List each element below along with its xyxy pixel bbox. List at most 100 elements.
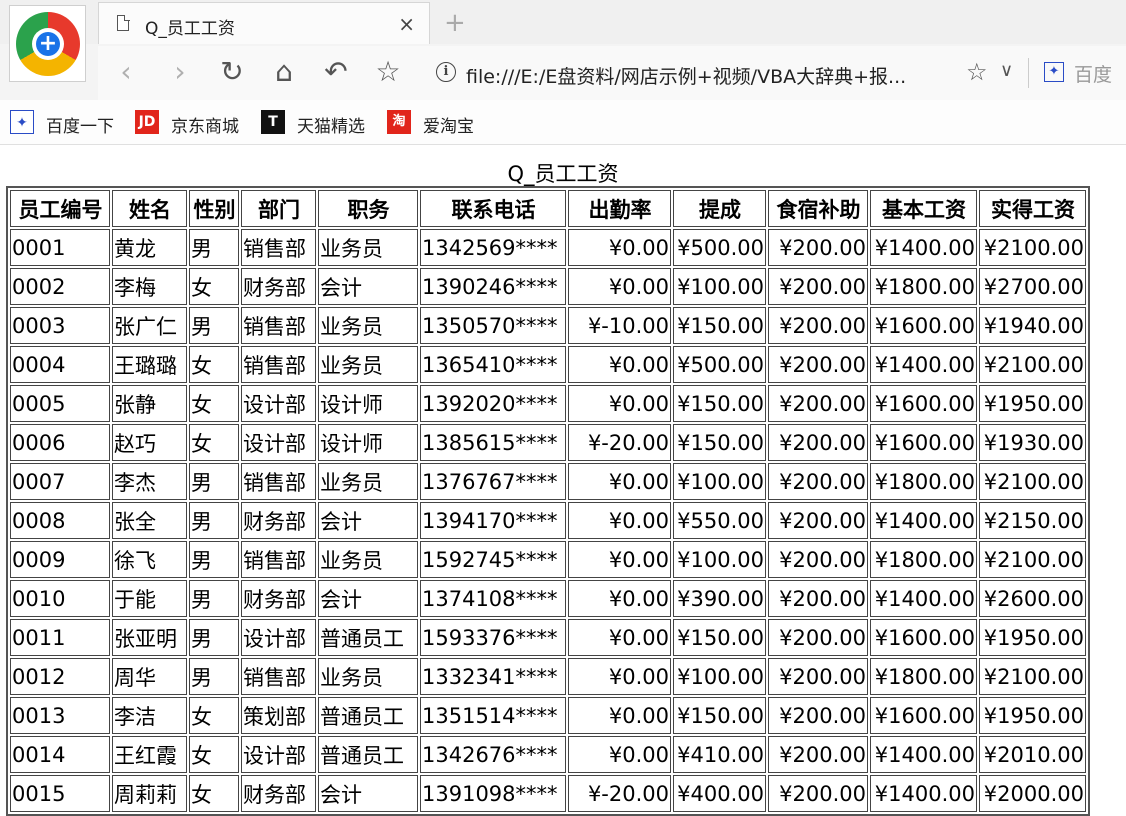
employee-id-cell: 0006	[10, 424, 110, 461]
base-salary-cell: ¥1800.00	[870, 541, 977, 578]
position-cell: 设计师	[318, 424, 418, 461]
base-salary-cell: ¥1400.00	[870, 346, 977, 383]
attendance-cell: ¥0.00	[568, 346, 671, 383]
net-salary-cell: ¥1950.00	[979, 385, 1086, 422]
bookmarks-bar: ✦ 百度一下 JD 京东商城 T 天猫精选 淘 爱淘宝	[0, 100, 1126, 145]
phone-cell: 1365410****	[420, 346, 566, 383]
position-cell: 普通员工	[318, 697, 418, 734]
table-row: 0015 周莉莉女财务部 会计 1391098**** ¥-20.00 ¥400.00 ¥2…	[10, 775, 1086, 812]
name-cell: 李洁	[112, 697, 187, 734]
name-cell: 王璐璐	[112, 346, 187, 383]
favorite-star-icon[interactable]: ☆	[370, 54, 406, 90]
phone-cell: 1394170****	[420, 502, 566, 539]
employee-id-cell: 0014	[10, 736, 110, 773]
name-cell: 李杰	[112, 463, 187, 500]
gender-cell: 女	[189, 268, 239, 305]
net-salary-cell: ¥1930.00	[979, 424, 1086, 461]
gender-cell: 男	[189, 229, 239, 266]
reload-icon[interactable]: ↻	[214, 54, 250, 90]
info-icon[interactable]: i	[436, 62, 456, 82]
attendance-cell: ¥0.00	[568, 658, 671, 695]
net-salary-cell: ¥2150.00	[979, 502, 1086, 539]
name-cell: 于能	[112, 580, 187, 617]
attendance-cell: ¥0.00	[568, 697, 671, 734]
net-salary-cell: ¥2000.00	[979, 775, 1086, 812]
net-salary-cell: ¥2100.00	[979, 658, 1086, 695]
department-cell: 财务部	[241, 580, 316, 617]
name-cell: 张静	[112, 385, 187, 422]
column-header: 职务	[318, 190, 418, 227]
name-cell: 张全	[112, 502, 187, 539]
url-text[interactable]: file:///E:/E盘资料/网店示例+视频/VBA大辞典+报...	[466, 62, 906, 89]
table-row: 0013 李洁女策划部 普通员工 1351514**** ¥0.00 ¥150.00 ¥20…	[10, 697, 1086, 734]
phone-cell: 1592745****	[420, 541, 566, 578]
employee-id-cell: 0013	[10, 697, 110, 734]
commission-cell: ¥150.00	[673, 424, 766, 461]
gender-cell: 男	[189, 658, 239, 695]
department-cell: 设计部	[241, 424, 316, 461]
column-header: 食宿补助	[768, 190, 868, 227]
employee-id-cell: 0002	[10, 268, 110, 305]
jd-icon: JD	[135, 110, 159, 134]
undo-icon[interactable]: ↶	[318, 54, 354, 90]
allowance-cell: ¥200.00	[768, 658, 868, 695]
net-salary-cell: ¥2100.00	[979, 541, 1086, 578]
commission-cell: ¥100.00	[673, 658, 766, 695]
forward-icon[interactable]: ›	[162, 54, 198, 90]
allowance-cell: ¥200.00	[768, 424, 868, 461]
attendance-cell: ¥0.00	[568, 385, 671, 422]
column-header: 提成	[673, 190, 766, 227]
base-salary-cell: ¥1400.00	[870, 502, 977, 539]
net-salary-cell: ¥2100.00	[979, 463, 1086, 500]
bookmark-star-icon[interactable]: ☆	[966, 58, 988, 86]
gender-cell: 男	[189, 502, 239, 539]
department-cell: 销售部	[241, 658, 316, 695]
chevron-down-icon[interactable]: ∨	[1000, 60, 1013, 81]
commission-cell: ¥150.00	[673, 697, 766, 734]
department-cell: 销售部	[241, 229, 316, 266]
commission-cell: ¥150.00	[673, 385, 766, 422]
report-title: Q_员工工资	[507, 162, 619, 186]
new-tab-icon[interactable]: +	[444, 8, 466, 38]
browser-logo-icon[interactable]: +	[9, 5, 86, 82]
baidu-search-icon[interactable]: ✦	[1044, 62, 1064, 82]
employee-id-cell: 0009	[10, 541, 110, 578]
phone-cell: 1385615****	[420, 424, 566, 461]
net-salary-cell: ¥2100.00	[979, 229, 1086, 266]
gender-cell: 男	[189, 541, 239, 578]
employee-id-cell: 0011	[10, 619, 110, 656]
tmall-icon: T	[261, 110, 285, 134]
gender-cell: 男	[189, 307, 239, 344]
phone-cell: 1342569****	[420, 229, 566, 266]
gender-cell: 女	[189, 697, 239, 734]
employee-id-cell: 0012	[10, 658, 110, 695]
column-header: 出勤率	[568, 190, 671, 227]
commission-cell: ¥410.00	[673, 736, 766, 773]
column-header: 联系电话	[420, 190, 566, 227]
name-cell: 李梅	[112, 268, 187, 305]
gender-cell: 女	[189, 346, 239, 383]
bookmark-label: 天猫精选	[297, 117, 365, 137]
department-cell: 策划部	[241, 697, 316, 734]
commission-cell: ¥150.00	[673, 307, 766, 344]
commission-cell: ¥400.00	[673, 775, 766, 812]
tab-active[interactable]: Q_员工工资 ×	[98, 2, 430, 44]
salary-table: 员工编号 姓名 性别 部门 职务 联系电话 出勤率 提成 食宿补助 基本工资 实…	[6, 186, 1090, 816]
divider	[1028, 58, 1029, 88]
phone-cell: 1390246****	[420, 268, 566, 305]
employee-id-cell: 0001	[10, 229, 110, 266]
address-bar[interactable]: i file:///E:/E盘资料/网店示例+视频/VBA大辞典+报...	[424, 56, 984, 90]
tab-close-icon[interactable]: ×	[398, 12, 415, 36]
back-icon[interactable]: ‹	[108, 54, 144, 90]
table-row: 0010 于能男财务部 会计 1374108**** ¥0.00 ¥390.00 ¥200.…	[10, 580, 1086, 617]
base-salary-cell: ¥1800.00	[870, 268, 977, 305]
phone-cell: 1392020****	[420, 385, 566, 422]
name-cell: 赵巧	[112, 424, 187, 461]
search-engine-label[interactable]: 百度	[1074, 60, 1112, 87]
name-cell: 张亚明	[112, 619, 187, 656]
net-salary-cell: ¥2010.00	[979, 736, 1086, 773]
home-icon[interactable]: ⌂	[266, 54, 302, 90]
table-row: 0005 张静女设计部 设计师 1392020**** ¥0.00 ¥150.00 ¥200…	[10, 385, 1086, 422]
table-header-row: 员工编号 姓名 性别 部门 职务 联系电话 出勤率 提成 食宿补助 基本工资 实…	[10, 190, 1086, 227]
position-cell: 业务员	[318, 541, 418, 578]
